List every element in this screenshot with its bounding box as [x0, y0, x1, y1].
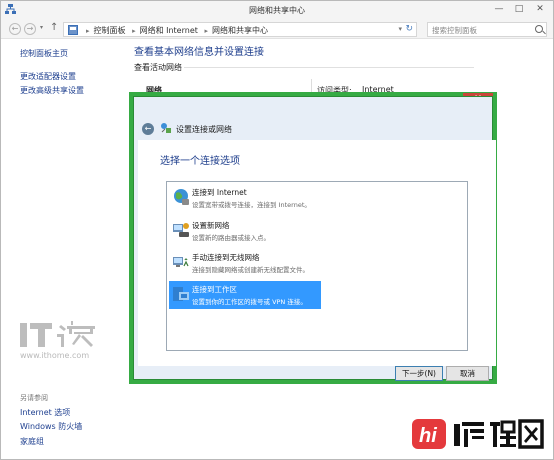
svg-text:hi: hi [419, 425, 437, 447]
close-button[interactable]: ✕ [530, 3, 550, 16]
forward-button[interactable]: → [24, 23, 36, 35]
workplace-vpn-icon [173, 287, 189, 301]
dialog-frame: ← 设置连接或网络 选择一个连接选项 连接到 Internet 设置宽带或拨号连… [133, 96, 496, 382]
back-arrow-icon[interactable]: ← [142, 123, 154, 135]
option-description: 设置新的路由器或接入点。 [192, 234, 270, 242]
option-connect-internet[interactable]: 连接到 Internet 设置宽带或拨号连接，连接到 Internet。 [169, 184, 321, 212]
back-button[interactable]: ← [9, 23, 21, 35]
search-placeholder: 搜索控制面板 [432, 26, 477, 35]
wireless-network-icon [173, 257, 189, 267]
option-connect-workplace[interactable]: 连接到工作区 设置到你的工作区的拨号或 VPN 连接。 [169, 281, 321, 309]
option-title: 设置新网络 [192, 221, 230, 230]
internet-options-link[interactable]: Internet 选项 [20, 407, 70, 418]
option-description: 连接到隐藏网络或创建新无线配置文件。 [192, 266, 309, 274]
search-icon[interactable] [535, 25, 543, 33]
dialog-body: 选择一个连接选项 连接到 Internet 设置宽带或拨号连接，连接到 Inte… [138, 140, 496, 366]
breadcrumb-item[interactable]: 网络和共享中心 [212, 26, 268, 35]
change-advanced-sharing-link[interactable]: 更改高级共享设置 [20, 85, 84, 96]
control-panel-home-link[interactable]: 控制面板主页 [20, 48, 68, 59]
breadcrumb-item[interactable]: 控制面板 [94, 26, 126, 35]
breadcrumb-chevron-icon: ▸ [204, 27, 208, 35]
search-input[interactable]: 搜索控制面板 [427, 22, 547, 37]
windows-firewall-link[interactable]: Windows 防火墙 [20, 421, 82, 432]
network-setup-icon [161, 123, 171, 133]
address-toolbar: ← → ▾ ↑ ▸ 控制面板 ▸ 网络和 Internet ▸ 网络和共享中心 ▾ ↻… [1, 19, 553, 39]
recent-locations-icon[interactable]: ▾ [40, 24, 43, 31]
title-bar: 网络和共享中心 — □ ✕ [1, 1, 553, 19]
option-title: 手动连接到无线网络 [192, 253, 260, 262]
breadcrumb-item[interactable]: 网络和 Internet [140, 26, 198, 35]
see-also-heading: 另请参阅 [20, 394, 48, 402]
next-button[interactable]: 下一步(N) [395, 366, 443, 381]
dialog-footer: 下一步(N) 取消 [138, 366, 496, 382]
connection-options-list[interactable]: 连接到 Internet 设置宽带或拨号连接，连接到 Internet。 设置新… [166, 181, 468, 351]
option-setup-new-network[interactable]: 设置新网络 设置新的路由器或接入点。 [169, 217, 321, 245]
refresh-icon[interactable]: ↻ [405, 24, 413, 34]
change-adapter-settings-link[interactable]: 更改适配器设置 [20, 71, 76, 82]
dialog-heading: 选择一个连接选项 [160, 156, 240, 167]
chevron-down-icon[interactable]: ▾ [398, 25, 402, 33]
divider [184, 67, 474, 68]
option-description: 设置宽带或拨号连接，连接到 Internet。 [192, 201, 311, 209]
left-pane: 控制面板主页 更改适配器设置 更改高级共享设置 另请参阅 Internet 选项… [1, 40, 129, 459]
option-manual-wireless[interactable]: 手动连接到无线网络 连接到隐藏网络或创建新无线配置文件。 [169, 249, 321, 277]
option-description: 设置到你的工作区的拨号或 VPN 连接。 [192, 298, 307, 306]
breadcrumb: ▸ 控制面板 ▸ 网络和 Internet ▸ 网络和共享中心 [82, 25, 268, 36]
option-title: 连接到 Internet [192, 188, 247, 197]
address-field[interactable]: ▸ 控制面板 ▸ 网络和 Internet ▸ 网络和共享中心 ▾ ↻ [63, 22, 417, 37]
ithome-logo [20, 321, 95, 347]
breadcrumb-chevron-icon: ▸ [132, 27, 136, 35]
window-title: 网络和共享中心 [249, 6, 305, 15]
maximize-button[interactable]: □ [509, 3, 529, 16]
dialog-title: 设置连接或网络 [176, 125, 232, 134]
active-networks-label: 查看活动网络 [134, 63, 182, 72]
biancheng-logo: hi [412, 419, 544, 449]
cancel-button[interactable]: 取消 [446, 366, 489, 381]
setup-connection-dialog: — ✕ ← 设置连接或网络 选择一个连接选项 连接到 Internet 设置宽带… [129, 92, 497, 384]
page-title: 查看基本网络信息并设置连接 [134, 47, 264, 58]
homegroup-link[interactable]: 家庭组 [20, 436, 44, 447]
ithome-url-watermark: www.ithome.com [20, 351, 90, 360]
router-setup-icon [173, 223, 189, 237]
breadcrumb-chevron-icon: ▸ [86, 27, 90, 35]
minimize-button[interactable]: — [489, 3, 509, 16]
up-button[interactable]: ↑ [50, 22, 58, 33]
control-panel-icon [68, 25, 78, 35]
option-title: 连接到工作区 [192, 285, 237, 294]
globe-connect-icon [174, 189, 189, 205]
